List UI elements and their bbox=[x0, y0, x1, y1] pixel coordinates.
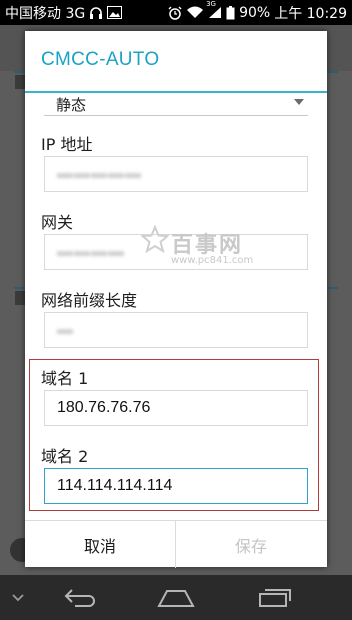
battery-percent: 90% bbox=[239, 4, 271, 21]
watermark-url: www.pc841.com bbox=[171, 255, 254, 266]
signal-icon: 3G bbox=[206, 0, 222, 19]
ip-setting-spinner[interactable]: 静态 bbox=[44, 93, 308, 116]
recent-apps-icon[interactable] bbox=[250, 575, 300, 620]
navigation-bar bbox=[0, 575, 352, 620]
home-icon[interactable] bbox=[151, 575, 201, 620]
wifi-icon bbox=[186, 6, 204, 19]
dns1-value: 180.76.76.76 bbox=[57, 399, 151, 416]
gateway-label: 网关 bbox=[41, 213, 74, 232]
save-button[interactable]: 保存 bbox=[176, 521, 326, 568]
ip-address-redacted: ▬▬▬▬▬ bbox=[57, 165, 142, 182]
wifi-config-dialog: CMCC-AUTO 静态 IP 地址 ▬▬▬▬▬ 网关 ▬▬▬▬ 百事网 www… bbox=[25, 31, 327, 568]
battery-icon bbox=[226, 5, 235, 20]
alarm-icon bbox=[168, 6, 182, 20]
cancel-button[interactable]: 取消 bbox=[25, 521, 175, 568]
ip-address-label: IP 地址 bbox=[41, 135, 93, 154]
prefix-length-label: 网络前缀长度 bbox=[41, 291, 138, 310]
clock: 上午 10:29 bbox=[274, 5, 347, 22]
star-logo-icon bbox=[139, 224, 171, 254]
dialog-button-bar: 取消 保存 bbox=[25, 520, 327, 568]
ip-setting-value: 静态 bbox=[56, 96, 87, 114]
carrier-label: 中国移动 3G bbox=[5, 5, 86, 22]
chevron-down-icon[interactable] bbox=[8, 575, 28, 620]
network-badge: 3G bbox=[206, 0, 216, 8]
headset-icon bbox=[89, 6, 103, 20]
dns2-input[interactable]: 114.114.114.114 bbox=[44, 468, 308, 504]
dialog-scroll-area[interactable]: 静态 IP 地址 ▬▬▬▬▬ 网关 ▬▬▬▬ 百事网 www.pc841.com… bbox=[25, 93, 327, 520]
dns2-label: 域名 2 bbox=[41, 447, 89, 466]
image-notification-icon bbox=[107, 6, 123, 19]
dropdown-arrow-icon bbox=[294, 99, 304, 105]
dns1-input[interactable]: 180.76.76.76 bbox=[44, 390, 308, 426]
dialog-title: CMCC-AUTO bbox=[41, 49, 160, 70]
prefix-length-input[interactable]: ▬ bbox=[44, 312, 308, 348]
watermark: 百事网 www.pc841.com bbox=[139, 224, 253, 266]
gateway-redacted: ▬▬▬▬ bbox=[57, 243, 125, 260]
back-icon[interactable] bbox=[55, 575, 105, 620]
ip-address-input[interactable]: ▬▬▬▬▬ bbox=[44, 156, 308, 192]
status-bar: 中国移动 3G 3G 90% 上午 10:29 bbox=[0, 0, 352, 25]
prefix-length-redacted: ▬ bbox=[57, 321, 74, 338]
dns2-value: 114.114.114.114 bbox=[57, 477, 173, 494]
dns1-label: 域名 1 bbox=[41, 369, 89, 388]
